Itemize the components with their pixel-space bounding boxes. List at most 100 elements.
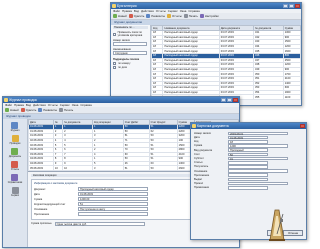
menu-service[interactable]: Сервис xyxy=(60,103,70,107)
print-button[interactable]: Печать xyxy=(183,14,198,18)
sidebar-item-entries[interactable]: Проводки xyxy=(9,135,21,145)
delete-button[interactable]: Удалить xyxy=(20,108,36,112)
table-cell: 1100 xyxy=(282,94,301,100)
delete-button[interactable]: Удалить xyxy=(128,14,144,18)
menu-view[interactable]: Вид xyxy=(26,103,31,107)
card-input[interactable] xyxy=(228,165,268,169)
print-button[interactable]: Печать xyxy=(59,108,73,112)
card-input[interactable] xyxy=(228,181,288,186)
sidebar-item-directories[interactable]: Справочники xyxy=(8,174,22,184)
filter-field1-input[interactable] xyxy=(113,42,147,46)
sidebar-item-service[interactable]: Сервис xyxy=(11,187,19,197)
menu-view[interactable]: Вид xyxy=(134,9,139,13)
card-input[interactable]: 01.08.2003 xyxy=(228,135,268,140)
menu-help[interactable]: Справка xyxy=(188,9,199,13)
card-field: Приложение xyxy=(194,173,303,178)
card-input[interactable] xyxy=(228,177,268,182)
props-button[interactable]: Реквизиты xyxy=(38,108,57,112)
card-field: Получатель xyxy=(194,165,303,169)
card-label: Код xyxy=(194,140,199,144)
menu-reports[interactable]: Отчеты xyxy=(48,103,58,107)
card-input[interactable] xyxy=(228,169,288,173)
card-input[interactable]: 50 xyxy=(228,152,268,156)
filter-sub-checkbox-1[interactable] xyxy=(113,62,116,65)
props-button[interactable]: Реквизиты xyxy=(146,14,165,18)
menu-reports[interactable]: Отчеты xyxy=(156,9,166,13)
reports-button[interactable]: Отчеты xyxy=(167,14,182,18)
sidebar-item-reports[interactable]: Отчеты xyxy=(11,161,19,171)
card-input[interactable]: 1200 xyxy=(228,144,288,148)
detail-input[interactable]: 51 xyxy=(78,202,148,206)
menu-windows[interactable]: Окна xyxy=(180,9,187,13)
menu-help[interactable]: Справка xyxy=(80,103,91,107)
detail-input[interactable]: 1200.00 xyxy=(78,197,148,201)
amount-words-label: Сумма прописью xyxy=(31,222,52,225)
menu-file[interactable]: Файл xyxy=(5,103,12,107)
documents-window: Бухгалтерия Файл Правка Вид Действия Отч… xyxy=(110,2,302,106)
documents-body: Показывать по ... Применять поиск по усл… xyxy=(111,25,301,104)
filter-use-label: Применять поиск по условиям критериев xyxy=(117,31,143,37)
card-input[interactable]: 01 xyxy=(228,156,288,161)
sidebar-label: Справочники xyxy=(7,181,23,184)
filter-use-checkbox[interactable] xyxy=(113,32,116,36)
card-field: Сумма 1200 xyxy=(194,144,303,148)
card-input[interactable] xyxy=(228,160,268,165)
amount-words-input[interactable]: Одна тысяча двести руб. xyxy=(54,222,145,226)
directory-icon xyxy=(11,174,19,181)
sidebar-label: Проводки xyxy=(9,142,21,145)
menu-actions[interactable]: Действия xyxy=(33,103,46,107)
document-card-titlebar[interactable]: Карточка документа xyxy=(191,123,306,129)
close-icon[interactable] xyxy=(295,4,300,8)
filter-field2-input[interactable]: Сотрудник xyxy=(113,51,147,55)
new-icon xyxy=(5,108,9,112)
card-field: Счет 50 xyxy=(194,152,303,156)
new-button[interactable]: Новый xyxy=(113,14,127,18)
close-icon[interactable] xyxy=(233,98,238,102)
menu-edit[interactable]: Правка xyxy=(14,103,24,107)
card-label: Основание xyxy=(194,169,208,173)
menu-windows[interactable]: Окна xyxy=(72,103,79,107)
sidebar-label: Сервис xyxy=(10,194,20,197)
delete-icon xyxy=(128,14,133,18)
card-label: Выдал xyxy=(194,177,203,181)
detail-input[interactable]: Приходный кассовый ордер xyxy=(78,187,148,191)
card-input[interactable]: Приходный xyxy=(228,148,268,152)
filter-sub-option-2[interactable]: по дате xyxy=(113,66,148,69)
entries-tab-label: Журнал проводок xyxy=(6,114,31,118)
sidebar-item-journal[interactable]: Журнал xyxy=(11,122,19,132)
card-label: Сумма xyxy=(194,144,203,148)
card-input[interactable]: 2003-08-01 xyxy=(228,131,288,135)
detail-input[interactable] xyxy=(78,212,148,216)
app-icon xyxy=(4,98,8,102)
card-input[interactable] xyxy=(228,186,268,190)
menu-actions[interactable]: Действия xyxy=(141,9,154,13)
maximize-icon[interactable] xyxy=(289,4,294,8)
filter-sub-option-1[interactable]: по номеру xyxy=(113,62,148,65)
close-icon[interactable] xyxy=(300,124,305,128)
filter-sub-checkbox-2[interactable] xyxy=(113,66,116,69)
entries-window-titlebar[interactable]: Журнал проводок xyxy=(3,97,239,103)
documents-icon xyxy=(11,148,19,155)
documents-window-titlebar[interactable]: Бухгалтерия xyxy=(111,3,301,9)
settings-label: Настройки xyxy=(204,14,219,18)
sidebar-item-documents[interactable]: Документы xyxy=(9,148,21,158)
menu-service[interactable]: Сервис xyxy=(168,9,178,13)
card-input[interactable] xyxy=(228,173,268,178)
menu-edit[interactable]: Правка xyxy=(122,9,132,13)
detail-label: Сумма xyxy=(34,197,43,201)
filter-option-use[interactable]: Применять поиск по условиям критериев xyxy=(113,31,148,37)
detail-input[interactable]: 01.08.2003 xyxy=(78,192,148,196)
detail-input[interactable]: Поступление в кассу xyxy=(78,207,148,211)
settings-button[interactable]: Настройки xyxy=(199,14,219,18)
minimize-icon[interactable] xyxy=(283,4,288,8)
new-button[interactable]: Новый xyxy=(5,108,19,112)
app-icon xyxy=(192,124,196,128)
minimize-icon[interactable] xyxy=(221,98,226,102)
document-card-title: Карточка документа xyxy=(197,124,229,128)
print-icon xyxy=(183,14,188,18)
menu-file[interactable]: Файл xyxy=(113,9,120,13)
maximize-icon[interactable] xyxy=(227,98,232,102)
card-label: Примечание xyxy=(194,186,210,190)
card-field: Статья xyxy=(194,160,303,165)
card-input[interactable]: 18 xyxy=(228,139,268,144)
